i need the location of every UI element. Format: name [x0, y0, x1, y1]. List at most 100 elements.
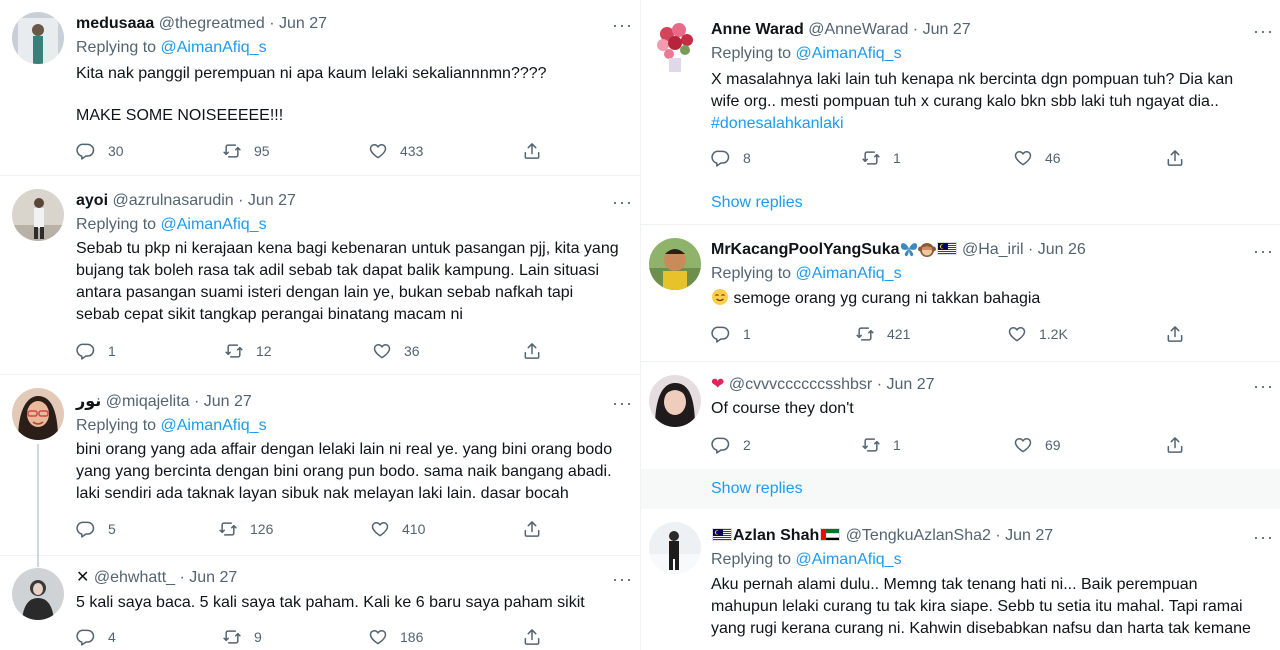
- retweet-button[interactable]: 95: [222, 141, 270, 161]
- tweet-text: Of course they don't: [711, 400, 854, 417]
- tweet-date[interactable]: Jun 27: [886, 376, 934, 393]
- replying-to-label: Replying to: [711, 265, 796, 282]
- avatar[interactable]: [12, 189, 64, 241]
- reply-icon: [711, 435, 731, 455]
- share-button[interactable]: [1165, 435, 1197, 455]
- display-name[interactable]: ✕: [76, 569, 89, 586]
- tweet-date[interactable]: Jun 27: [204, 393, 252, 410]
- tweet-date[interactable]: Jun 26: [1038, 241, 1086, 258]
- tweet-card[interactable]: ayoi @azrulnasarudin · Jun 27 ··· Replyi…: [0, 177, 640, 375]
- share-button[interactable]: [522, 341, 554, 361]
- display-name[interactable]: ayoi: [76, 192, 108, 209]
- retweet-button[interactable]: 12: [224, 341, 272, 361]
- retweet-button[interactable]: 9: [222, 627, 262, 647]
- mention-link[interactable]: @AimanAfiq_s: [161, 216, 267, 233]
- show-replies-row[interactable]: Show replies: [641, 469, 1280, 509]
- more-options-icon[interactable]: ···: [1253, 22, 1274, 40]
- mention-link[interactable]: @AimanAfiq_s: [161, 417, 267, 434]
- retweet-count: 126: [250, 521, 274, 537]
- display-name[interactable]: Anne Warad: [711, 21, 804, 38]
- share-button[interactable]: [522, 141, 554, 161]
- display-name[interactable]: Azlan Shah: [733, 527, 819, 544]
- mention-link[interactable]: @AimanAfiq_s: [161, 39, 267, 56]
- share-button[interactable]: [1165, 148, 1197, 168]
- more-options-icon[interactable]: ···: [1253, 528, 1274, 546]
- show-replies-link[interactable]: Show replies: [711, 194, 803, 212]
- reply-button[interactable]: 2: [711, 435, 751, 455]
- more-options-icon[interactable]: ···: [612, 570, 633, 588]
- avatar[interactable]: [649, 18, 701, 74]
- like-button[interactable]: 69: [1013, 435, 1061, 455]
- separator-dot: ·: [238, 192, 244, 209]
- tweet-card[interactable]: medusaaa @thegreatmed · Jun 27 ··· Reply…: [0, 0, 640, 176]
- user-handle[interactable]: @TengkuAzlanSha2: [846, 527, 991, 544]
- share-button[interactable]: [1165, 324, 1197, 344]
- tweet-card[interactable]: ❤ @cvvvccccccsshbsr · Jun 27 ··· Of cour…: [641, 363, 1280, 509]
- mention-link[interactable]: @AimanAfiq_s: [796, 45, 902, 62]
- avatar[interactable]: [12, 388, 64, 440]
- show-replies-link[interactable]: Show replies: [711, 480, 803, 498]
- hashtag-link[interactable]: #donesalahkanlaki: [711, 113, 844, 135]
- avatar[interactable]: [649, 238, 701, 290]
- tweet-card[interactable]: Anne Warad @AnneWarad · Jun 27 ··· Reply…: [641, 0, 1280, 225]
- retweet-button[interactable]: 1: [861, 435, 901, 455]
- tweet-card[interactable]: ✕ @ehwhatt_ · Jun 27 ··· 5 kali saya bac…: [0, 555, 640, 650]
- share-button[interactable]: [522, 627, 554, 647]
- more-options-icon[interactable]: ···: [1253, 377, 1274, 395]
- tweet-date[interactable]: Jun 27: [923, 21, 971, 38]
- heart-emoji-icon[interactable]: ❤: [711, 376, 724, 393]
- like-button[interactable]: 36: [372, 341, 420, 361]
- user-handle[interactable]: @AnneWarad: [808, 21, 908, 38]
- tweet-date[interactable]: Jun 27: [189, 569, 237, 586]
- display-name[interactable]: نور: [76, 393, 101, 410]
- retweet-button[interactable]: 421: [855, 324, 910, 344]
- avatar[interactable]: [12, 12, 64, 64]
- tweet-header: نور @miqajelita · Jun 27: [76, 392, 252, 412]
- like-button[interactable]: 1.2K: [1007, 324, 1068, 344]
- tweet-card[interactable]: MrKacangPoolYangSuka @Ha_iril · Jun 26 ·…: [641, 226, 1280, 362]
- reply-button[interactable]: 5: [76, 519, 116, 539]
- user-handle[interactable]: @azrulnasarudin: [112, 192, 233, 209]
- user-handle[interactable]: @thegreatmed: [159, 15, 265, 32]
- reply-button[interactable]: 4: [76, 627, 116, 647]
- more-options-icon[interactable]: ···: [612, 16, 633, 34]
- like-button[interactable]: 410: [370, 519, 425, 539]
- tweet-header: MrKacangPoolYangSuka @Ha_iril · Jun 26: [711, 240, 1086, 263]
- user-handle[interactable]: @cvvvccccccsshbsr: [729, 376, 872, 393]
- user-handle[interactable]: @miqajelita: [106, 393, 190, 410]
- mention-link[interactable]: @AimanAfiq_s: [796, 265, 902, 282]
- more-options-icon[interactable]: ···: [1253, 242, 1274, 260]
- tweet-date[interactable]: Jun 27: [1005, 527, 1053, 544]
- avatar[interactable]: [12, 568, 64, 620]
- reply-icon: [76, 341, 96, 361]
- tweet-card[interactable]: نور @miqajelita · Jun 27 ··· Replying to…: [0, 376, 640, 556]
- tweet-date[interactable]: Jun 27: [279, 15, 327, 32]
- reply-button[interactable]: 1: [76, 341, 116, 361]
- retweet-button[interactable]: 126: [218, 519, 273, 539]
- retweet-icon: [861, 148, 881, 168]
- avatar[interactable]: [649, 522, 701, 574]
- retweet-button[interactable]: 1: [861, 148, 901, 168]
- mention-link[interactable]: @AimanAfiq_s: [796, 551, 902, 568]
- reply-button[interactable]: 1: [711, 324, 751, 344]
- reply-button[interactable]: 8: [711, 148, 751, 168]
- share-icon: [1165, 435, 1185, 455]
- like-button[interactable]: 433: [368, 141, 423, 161]
- display-name[interactable]: MrKacangPoolYangSuka: [711, 241, 900, 258]
- share-button[interactable]: [522, 519, 554, 539]
- malaysia-flag-icon: [712, 528, 732, 541]
- like-button[interactable]: 186: [368, 627, 423, 647]
- reply-button[interactable]: 30: [76, 141, 124, 161]
- avatar[interactable]: [649, 375, 701, 427]
- like-button[interactable]: 46: [1013, 148, 1061, 168]
- tweet-card[interactable]: Azlan Shah @TengkuAzlanSha2 · Jun 27 ···…: [641, 510, 1280, 650]
- uae-flag-icon: [820, 528, 841, 541]
- more-options-icon[interactable]: ···: [612, 193, 633, 211]
- replying-to-label: Replying to: [76, 216, 161, 233]
- more-options-icon[interactable]: ···: [612, 394, 633, 412]
- display-name[interactable]: medusaaa: [76, 15, 154, 32]
- like-count: 69: [1045, 437, 1061, 453]
- user-handle[interactable]: @ehwhatt_: [94, 569, 175, 586]
- user-handle[interactable]: @Ha_iril: [962, 241, 1024, 258]
- tweet-date[interactable]: Jun 27: [248, 192, 296, 209]
